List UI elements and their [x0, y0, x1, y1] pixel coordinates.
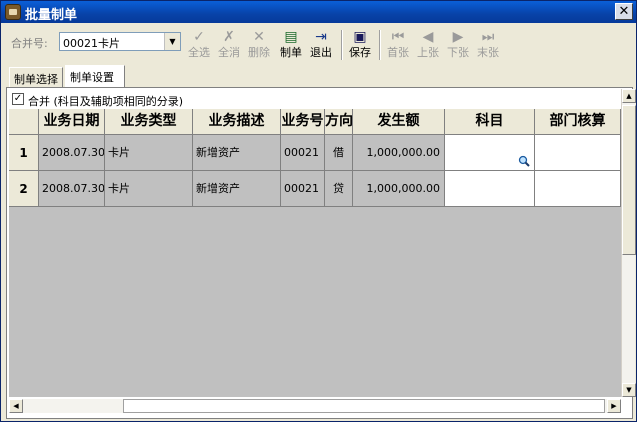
scroll-left-icon[interactable]: ◀: [9, 399, 23, 413]
settings-panel: ✓ 合并 (科目及辅助项相同的分录) 业务日期 业务类型 业务描述 业务号 方向…: [6, 87, 636, 419]
prev-icon: ◀: [422, 29, 434, 45]
cell-subject[interactable]: [445, 171, 535, 207]
window-title: 批量制单: [25, 8, 78, 23]
select-all-label: 全选: [188, 46, 210, 59]
next-label: 下张: [447, 46, 469, 59]
deselect-all-button[interactable]: ✗ 全消: [215, 28, 243, 62]
column-header-type[interactable]: 业务类型: [105, 109, 193, 135]
exit-button[interactable]: ⇥ 退出: [307, 28, 335, 62]
select-all-button[interactable]: ✓ 全选: [185, 28, 213, 62]
toolbar: 合并号: 00021卡片 ▼ ✓ 全选 ✗ 全消 ✕ 删除 ▤ 制单 ⇥ 退出 …: [3, 25, 634, 65]
deselect-all-label: 全消: [218, 46, 240, 59]
scroll-down-icon[interactable]: ▼: [622, 383, 636, 397]
make-voucher-label: 制单: [280, 46, 302, 59]
make-voucher-button[interactable]: ▤ 制单: [277, 28, 305, 62]
column-header-dept[interactable]: 部门核算: [535, 109, 621, 135]
last-icon: ⏭: [481, 29, 495, 45]
merge-number-value: 00021卡片: [63, 37, 120, 50]
tab-voucher-settings[interactable]: 制单设置: [65, 65, 125, 87]
cell-date[interactable]: 2008.07.30: [39, 135, 105, 171]
cell-desc[interactable]: 新增资产: [193, 135, 281, 171]
cell-subject[interactable]: [445, 135, 535, 171]
vertical-scroll-thumb[interactable]: [622, 105, 636, 255]
chevron-down-icon[interactable]: ▼: [164, 33, 180, 50]
cell-amount[interactable]: 1,000,000.00: [353, 171, 445, 207]
delete-label: 删除: [248, 46, 270, 59]
cell-direction[interactable]: 借: [325, 135, 353, 171]
row-number[interactable]: 2: [9, 171, 39, 207]
vertical-scrollbar[interactable]: ▲ ▼: [621, 89, 636, 397]
exit-icon: ⇥: [315, 29, 327, 45]
merge-number-select[interactable]: 00021卡片 ▼: [59, 32, 181, 51]
deselect-all-icon: ✗: [223, 29, 235, 45]
save-icon: ▣: [353, 29, 367, 45]
column-header-date[interactable]: 业务日期: [39, 109, 105, 135]
cell-number[interactable]: 00021: [281, 135, 325, 171]
magnifier-icon[interactable]: [518, 155, 530, 167]
column-header-desc[interactable]: 业务描述: [193, 109, 281, 135]
merge-checkbox[interactable]: ✓: [12, 93, 24, 105]
cell-amount[interactable]: 1,000,000.00: [353, 135, 445, 171]
cell-dept[interactable]: [535, 171, 621, 207]
column-header-amount[interactable]: 发生额: [353, 109, 445, 135]
next-button[interactable]: ▶ 下张: [444, 28, 472, 62]
batch-voucher-window: 批量制单 ✕ 合并号: 00021卡片 ▼ ✓ 全选 ✗ 全消 ✕ 删除 ▤ 制…: [0, 0, 637, 422]
title-bar[interactable]: 批量制单 ✕: [1, 1, 636, 23]
tab-voucher-select[interactable]: 制单选择: [9, 67, 63, 87]
make-voucher-icon: ▤: [284, 29, 298, 45]
cell-dept[interactable]: [535, 135, 621, 171]
grid-corner: [9, 109, 39, 135]
prev-button[interactable]: ◀ 上张: [414, 28, 442, 62]
save-button[interactable]: ▣ 保存: [345, 28, 375, 62]
prev-label: 上张: [417, 46, 439, 59]
toolbar-separator: [341, 30, 343, 60]
last-label: 末张: [477, 46, 499, 59]
merge-number-label: 合并号:: [11, 37, 48, 50]
cell-type[interactable]: 卡片: [105, 135, 193, 171]
cell-direction[interactable]: 贷: [325, 171, 353, 207]
horizontal-scroll-thumb[interactable]: [123, 399, 605, 413]
merge-checkbox-label: 合并 (科目及辅助项相同的分录): [28, 95, 184, 108]
exit-label: 退出: [310, 46, 332, 59]
save-label: 保存: [349, 46, 371, 59]
first-label: 首张: [387, 46, 409, 59]
first-icon: ⏮: [391, 29, 405, 45]
close-button[interactable]: ✕: [615, 3, 633, 20]
column-header-number[interactable]: 业务号: [281, 109, 325, 135]
delete-icon: ✕: [253, 29, 265, 45]
scroll-up-icon[interactable]: ▲: [622, 89, 636, 103]
last-button[interactable]: ⏭ 末张: [474, 28, 502, 62]
cell-desc[interactable]: 新增资产: [193, 171, 281, 207]
horizontal-scrollbar[interactable]: ◀ ▶: [9, 399, 621, 413]
voucher-grid: 业务日期 业务类型 业务描述 业务号 方向 发生额 科目 部门核算 1 2008…: [9, 109, 621, 397]
column-header-direction[interactable]: 方向: [325, 109, 353, 135]
scroll-right-icon[interactable]: ▶: [607, 399, 621, 413]
first-button[interactable]: ⏮ 首张: [384, 28, 412, 62]
row-number[interactable]: 1: [9, 135, 39, 171]
cell-type[interactable]: 卡片: [105, 171, 193, 207]
app-icon: [5, 4, 21, 20]
select-all-icon: ✓: [193, 29, 205, 45]
cell-date[interactable]: 2008.07.30: [39, 171, 105, 207]
next-icon: ▶: [452, 29, 464, 45]
toolbar-separator: [379, 30, 381, 60]
delete-button[interactable]: ✕ 删除: [245, 28, 273, 62]
column-header-subject[interactable]: 科目: [445, 109, 535, 135]
cell-number[interactable]: 00021: [281, 171, 325, 207]
